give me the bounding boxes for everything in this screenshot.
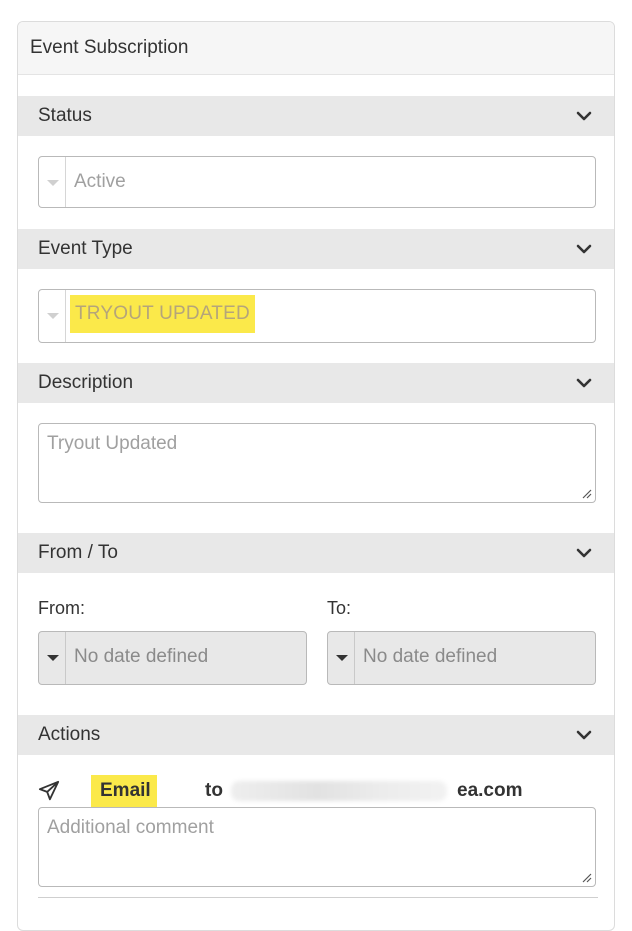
event-subscription-card: Event Subscription Status Active Event T… (17, 21, 615, 931)
chevron-down-icon (576, 548, 592, 558)
divider (38, 897, 598, 898)
chevron-down-icon (576, 111, 592, 121)
section-description-label: Description (38, 372, 134, 393)
section-status-label: Status (38, 105, 92, 126)
caret-down-icon (328, 632, 355, 684)
redacted-email (231, 781, 447, 801)
email-sent-label: Email sent (91, 775, 157, 833)
event-type-select[interactable]: TRYOUT UPDATED (38, 289, 596, 343)
caret-down-icon (39, 157, 66, 207)
section-description-header[interactable]: Description (18, 363, 614, 403)
section-actions-label: Actions (38, 724, 101, 745)
section-event-type-label: Event Type (38, 238, 133, 259)
section-from-to-header[interactable]: From / To (18, 533, 614, 573)
to-date-value: No date defined (363, 646, 498, 667)
chevron-down-icon (576, 730, 592, 740)
status-select[interactable]: Active (38, 156, 596, 208)
email-domain: ea.com (457, 780, 523, 801)
event-type-value: TRYOUT UPDATED (70, 295, 255, 333)
to-date-select[interactable]: No date defined (327, 631, 596, 685)
section-event-type-header[interactable]: Event Type (18, 229, 614, 269)
chevron-down-icon (576, 244, 592, 254)
email-to-word: to (205, 780, 223, 801)
to-label: To: (327, 598, 352, 618)
description-textarea[interactable]: Tryout Updated (38, 423, 596, 503)
caret-down-icon (39, 632, 66, 684)
status-value: Active (74, 171, 126, 192)
description-placeholder: Tryout Updated (47, 433, 178, 454)
resize-handle-icon[interactable] (580, 871, 592, 883)
from-date-select[interactable]: No date defined (38, 631, 307, 685)
additional-comment-placeholder: Additional comment (47, 817, 214, 838)
paper-plane-icon (38, 780, 60, 801)
from-label: From: (38, 598, 85, 618)
from-date-value: No date defined (74, 646, 209, 667)
section-actions-header[interactable]: Actions (18, 715, 614, 755)
additional-comment-textarea[interactable]: Additional comment (38, 807, 596, 887)
chevron-down-icon (576, 378, 592, 388)
caret-down-icon (39, 290, 66, 342)
card-title: Event Subscription (18, 22, 614, 75)
section-status-header[interactable]: Status (18, 96, 614, 136)
section-from-to-label: From / To (38, 542, 118, 563)
resize-handle-icon[interactable] (580, 487, 592, 499)
